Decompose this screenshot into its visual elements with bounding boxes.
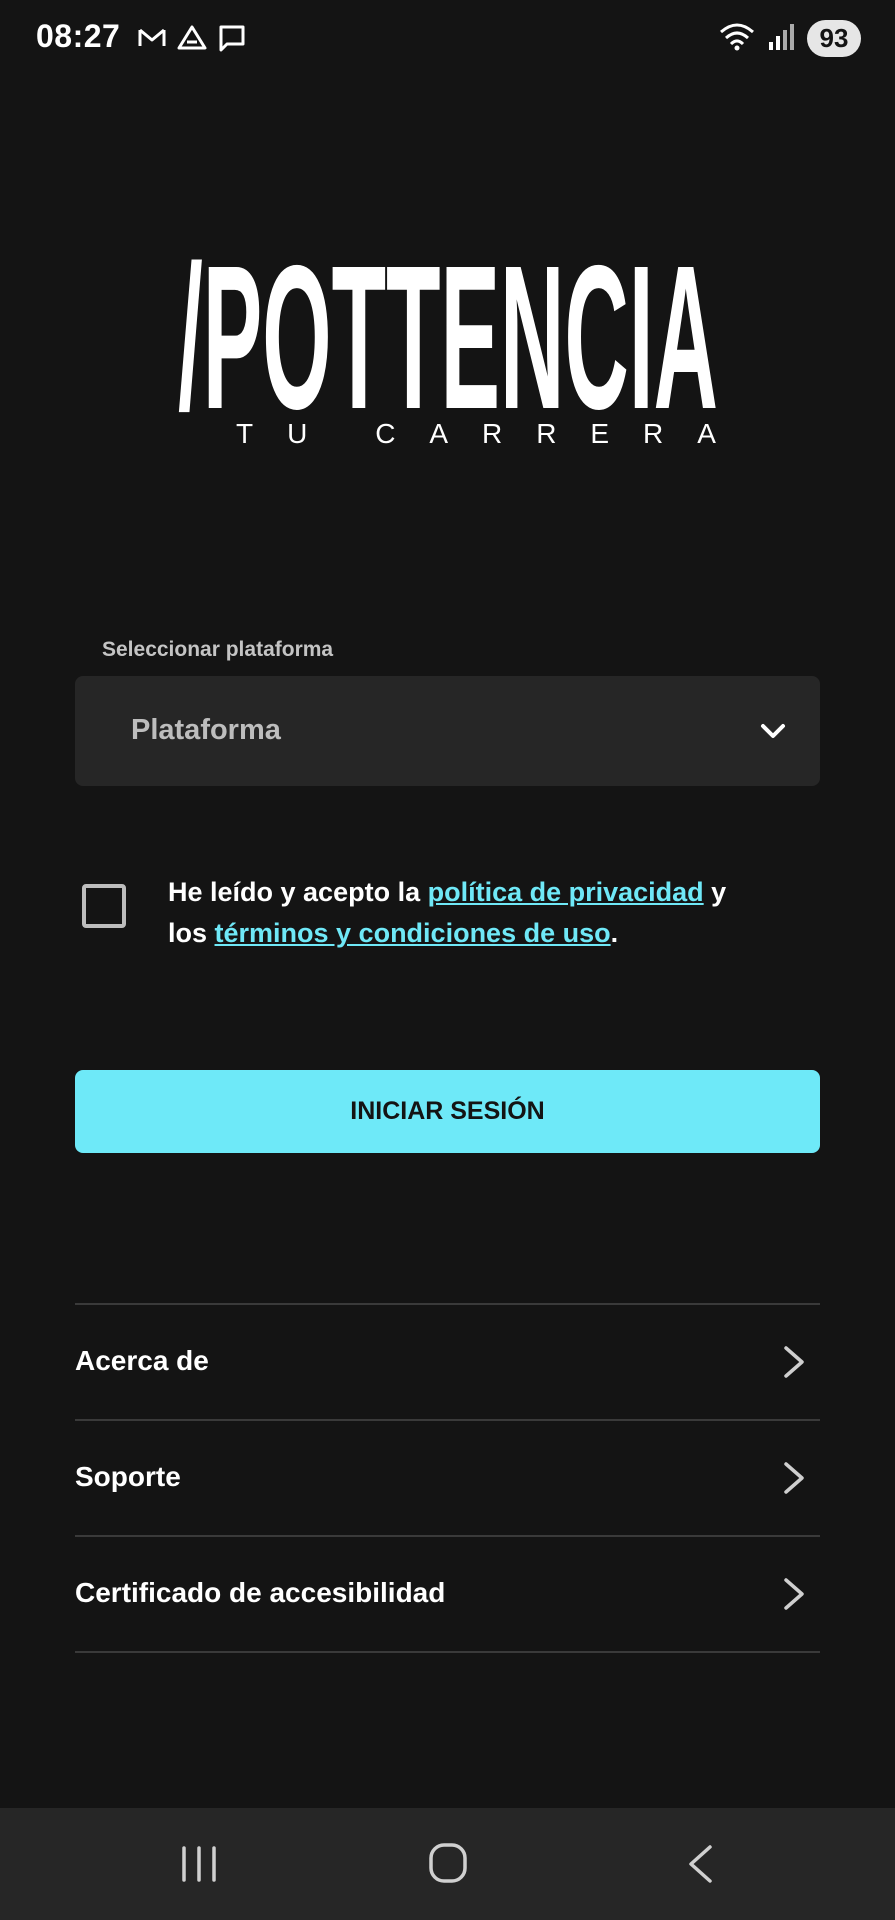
signal-icon (767, 20, 797, 57)
chevron-down-icon (761, 724, 785, 738)
menu-item-accessibility[interactable]: Certificado de accesibilidad (75, 1535, 820, 1653)
logo-tagline: T U C A R R E R A (236, 418, 716, 450)
home-icon[interactable] (428, 1842, 468, 1884)
wifi-icon (717, 20, 757, 57)
login-button[interactable]: INICIAR SESIÓN (75, 1070, 820, 1153)
chevron-right-icon (784, 1462, 804, 1494)
back-icon[interactable] (686, 1844, 714, 1884)
consent-checkbox[interactable] (82, 884, 126, 928)
consent-text: He leído y acepto la política de privaci… (168, 872, 768, 954)
menu-item-about[interactable]: Acerca de (75, 1303, 820, 1419)
privacy-policy-link[interactable]: política de privacidad (428, 877, 704, 907)
tagline-letter: T (236, 418, 254, 449)
tagline-letter: R (482, 418, 503, 449)
chevron-right-icon (784, 1578, 804, 1610)
menu-item-label: Soporte (75, 1461, 181, 1492)
tagline-letter: E (590, 418, 610, 449)
menu-item-label: Certificado de accesibilidad (75, 1577, 446, 1608)
logo-wordmark-text: /POTTENCIA (178, 240, 718, 418)
tagline-letter: R (536, 418, 557, 449)
status-right: 93 (717, 20, 861, 57)
status-bar: 08:27 93 (0, 0, 895, 78)
consent-text-before: He leído y acepto la (168, 877, 428, 907)
terms-link[interactable]: términos y condiciones de uso (215, 918, 611, 948)
tagline-letter: R (643, 418, 664, 449)
tagline-letter: A (697, 418, 716, 449)
tagline-letter: C (375, 418, 396, 449)
status-time: 08:27 (36, 18, 121, 54)
logo-wordmark: /POTTENCIA (178, 240, 718, 418)
menu-list: Acerca de Soporte Certificado de accesib… (75, 1303, 820, 1653)
platform-label: Seleccionar plataforma (102, 638, 334, 661)
battery-indicator: 93 (807, 20, 861, 57)
system-nav-bar (0, 1808, 895, 1920)
drive-icon (176, 22, 208, 54)
platform-select[interactable]: Plataforma (75, 676, 820, 786)
tagline-letter: U (287, 418, 308, 449)
consent-text-after: . (610, 918, 619, 948)
menu-item-label: Acerca de (75, 1345, 209, 1376)
menu-item-support[interactable]: Soporte (75, 1419, 820, 1535)
tagline-letter: A (429, 418, 449, 449)
platform-placeholder: Plataforma (131, 714, 281, 746)
chevron-right-icon (784, 1346, 804, 1378)
notification-icons (136, 22, 248, 54)
recents-icon[interactable] (180, 1844, 218, 1884)
gmail-icon (136, 22, 168, 54)
message-icon (216, 22, 248, 54)
